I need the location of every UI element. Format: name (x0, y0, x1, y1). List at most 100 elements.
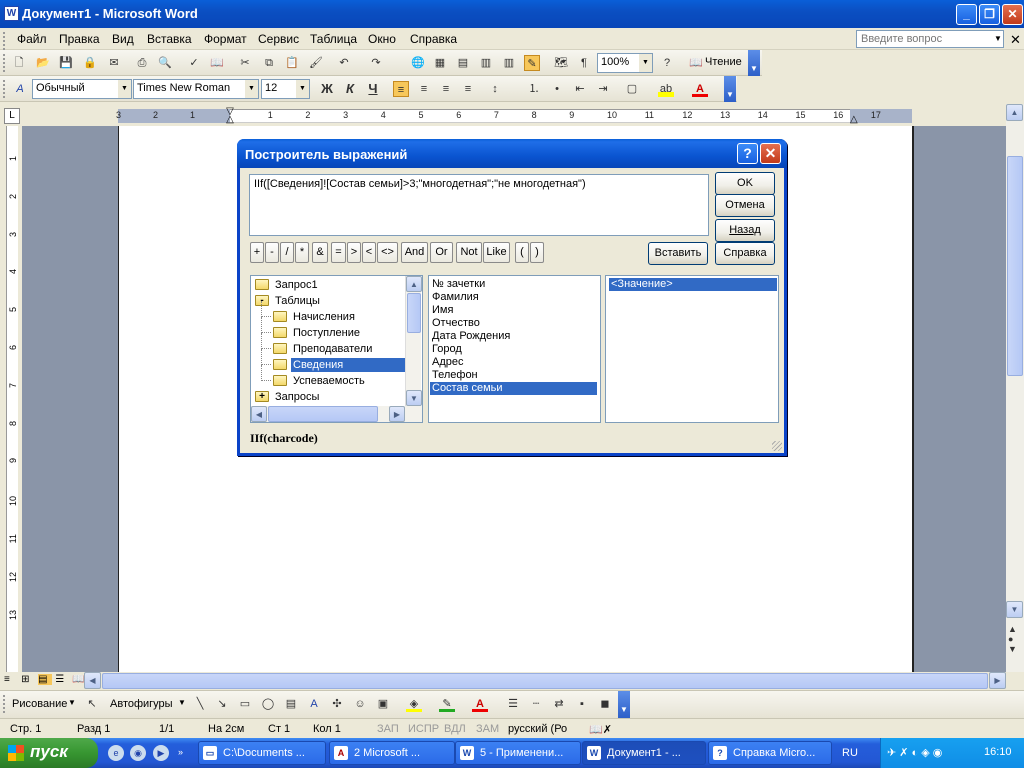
show-hide-icon[interactable]: ¶ (576, 55, 592, 71)
bullets-icon[interactable]: • (549, 81, 565, 97)
field-item[interactable]: Фамилия (432, 291, 479, 304)
normal-view-icon[interactable]: ≡ (4, 674, 18, 685)
align-right-icon[interactable]: ≡ (438, 81, 454, 97)
chevron-down-icon[interactable]: ▼ (296, 80, 309, 98)
op-lparen-button[interactable]: ( (515, 242, 529, 263)
vertical-scrollbar[interactable]: ▲ ▼ ▲ ● ▼ (1006, 104, 1024, 672)
task-access[interactable]: A 2 Microsoft ... (329, 741, 455, 765)
scroll-right-icon[interactable]: ▶ (989, 672, 1006, 689)
help-search-input[interactable]: Введите вопрос ▼ (856, 30, 1004, 48)
language-indicator[interactable]: RU (842, 747, 858, 759)
line-icon[interactable]: ╲ (192, 696, 208, 712)
op-multiply-button[interactable]: * (295, 242, 309, 263)
vertical-scroll-thumb[interactable] (1007, 156, 1023, 376)
dialog-close-icon[interactable]: ✕ (760, 143, 781, 164)
field-item[interactable]: Город (432, 343, 462, 356)
tree-item[interactable]: Поступление (261, 317, 362, 341)
menu-view[interactable]: Вид (112, 32, 134, 46)
print-icon[interactable]: ⎙ (134, 55, 150, 71)
menu-insert[interactable]: Вставка (147, 32, 192, 46)
tree-hscroll[interactable]: ◀ ▶ (251, 406, 422, 422)
toolbar-options-icon[interactable]: ▼ (748, 50, 760, 76)
folder-icon[interactable] (273, 359, 287, 370)
print-preview-icon[interactable]: 🔍 (157, 55, 173, 71)
justify-icon[interactable]: ≡ (460, 81, 476, 97)
toolbar-options-icon[interactable]: ▼ (618, 691, 630, 718)
op-notequal-button[interactable]: <> (377, 242, 398, 263)
tables-borders-icon[interactable]: ▦ (432, 55, 448, 71)
folder-icon[interactable] (273, 375, 287, 386)
ok-button[interactable]: OK (715, 172, 775, 195)
chevron-down-icon[interactable]: ▼ (245, 80, 258, 98)
columns-icon[interactable]: ▥ (501, 55, 517, 71)
op-or-button[interactable]: Or (430, 242, 453, 263)
dialog-help-icon[interactable]: ? (737, 143, 758, 164)
horizontal-scrollbar[interactable]: ≡ ⊞ ▤ ☰ 📖 ◀ ▶ (0, 672, 1024, 690)
rectangle-icon[interactable]: ▭ (237, 696, 253, 712)
tree-item[interactable]: Сведения (261, 349, 405, 373)
expand-folder-icon[interactable]: + (255, 391, 269, 402)
help-icon[interactable]: ? (659, 55, 675, 71)
indent-marker-icon[interactable]: ▽ △ (225, 107, 235, 126)
doc-close-icon[interactable]: ✕ (1010, 32, 1021, 48)
scroll-up-icon[interactable]: ▲ (406, 276, 422, 292)
wordart-icon[interactable]: A (306, 696, 322, 712)
tree-hscroll-thumb[interactable] (268, 406, 378, 422)
document-map-icon[interactable]: 🗺 (553, 55, 569, 71)
menu-tools[interactable]: Сервис (258, 32, 299, 46)
clock[interactable]: 16:10 (984, 746, 1012, 758)
dialog-title-bar[interactable]: Построитель выражений ? ✕ (237, 139, 787, 168)
task-word-doc[interactable]: W 5 - Применени... (455, 741, 581, 765)
op-concat-button[interactable]: & (312, 242, 328, 263)
textbox-icon[interactable]: ▤ (283, 696, 299, 712)
scroll-left-icon[interactable]: ◀ (84, 672, 101, 689)
value-item[interactable]: <Значение> (609, 278, 777, 291)
line-spacing-icon[interactable]: ↕ (487, 81, 503, 97)
back-button[interactable]: Назад (715, 219, 775, 242)
task-word-active[interactable]: W Документ1 - ... (582, 741, 706, 765)
folder-icon[interactable] (273, 311, 287, 322)
scroll-left-icon[interactable]: ◀ (251, 406, 267, 422)
tree-item[interactable]: Успеваемость (261, 365, 367, 389)
scroll-right-icon[interactable]: ▶ (389, 406, 405, 422)
underline-button[interactable]: Ч (365, 81, 381, 97)
status-rec[interactable]: ЗАП (377, 723, 399, 735)
field-item[interactable]: Имя (432, 304, 453, 317)
highlight-icon[interactable]: ab (658, 81, 674, 97)
dash-style-icon[interactable]: ┄ (528, 696, 544, 712)
cancel-button[interactable]: Отмена (715, 194, 775, 217)
style-select[interactable]: Обычный ▼ (32, 79, 132, 99)
menu-table[interactable]: Таблица (310, 32, 357, 46)
arrow-style-icon[interactable]: ⇄ (551, 696, 567, 712)
help-button[interactable]: Справка (715, 242, 775, 265)
paste-icon[interactable]: 📋 (284, 55, 300, 71)
field-item[interactable]: Состав семьи (430, 382, 597, 395)
op-divide-button[interactable]: / (280, 242, 294, 263)
media-player-icon[interactable]: ▶ (153, 745, 169, 761)
cut-icon[interactable]: ✂ (237, 55, 253, 71)
op-equal-button[interactable]: = (331, 242, 346, 263)
horizontal-scroll-thumb[interactable] (102, 673, 988, 689)
chevron-down-icon[interactable]: ▼ (992, 30, 1004, 48)
hyperlink-icon[interactable]: 🌐 (410, 55, 426, 71)
styles-formatting-icon[interactable]: A (12, 81, 28, 97)
spelling-status-icon[interactable]: 📖✗ (589, 723, 612, 736)
toolbar-grip[interactable] (3, 695, 6, 713)
word-app-icon[interactable]: W (4, 6, 19, 21)
new-document-icon[interactable]: 🗋 (11, 55, 27, 71)
toolbar-options-icon[interactable]: ▼ (724, 76, 736, 102)
field-item[interactable]: Адрес (432, 356, 464, 369)
op-rparen-button[interactable]: ) (530, 242, 544, 263)
borders-icon[interactable]: ▢ (624, 81, 640, 97)
paste-button[interactable]: Вставить (648, 242, 708, 265)
menu-window[interactable]: Окно (368, 32, 396, 46)
tree-vscroll-thumb[interactable] (407, 293, 421, 333)
redo-icon[interactable]: ↷ (368, 55, 384, 71)
resize-grip-icon[interactable] (772, 441, 782, 451)
menu-grip[interactable] (3, 32, 6, 50)
tree-item[interactable]: Преподаватели (261, 333, 374, 357)
tree-vscroll[interactable]: ▲ ▼ (405, 276, 422, 406)
status-trk[interactable]: ИСПР (408, 723, 439, 735)
decrease-indent-icon[interactable]: ⇤ (572, 81, 588, 97)
line-style-icon[interactable]: ☰ (505, 696, 521, 712)
